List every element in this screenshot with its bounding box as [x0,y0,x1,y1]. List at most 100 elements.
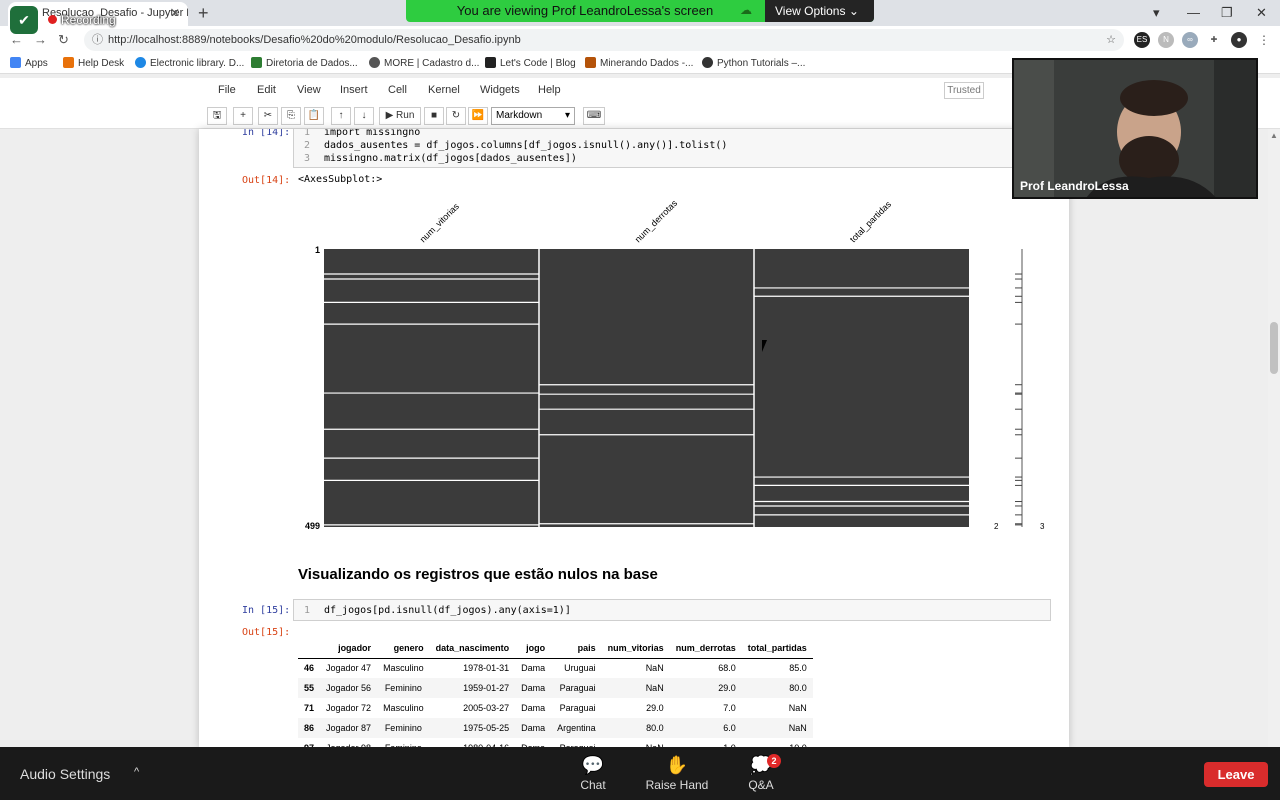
matrix-column [539,249,754,527]
table-cell: Uruguai [564,663,596,674]
table-cell: 1.0 [670,738,742,747]
bookmark-item[interactable]: Apps [10,57,48,69]
page-scrollbar[interactable]: ▲ [1268,129,1280,747]
table-cell: NaN [741,718,813,738]
table-cell: Feminino [377,678,430,698]
menu-widgets[interactable]: Widgets [480,84,520,96]
bookmark-star-icon[interactable]: ☆ [1106,29,1116,51]
code-cell-15[interactable]: 1 df_jogos[pd.isnull(df_jogos).any(axis=… [293,599,1051,621]
table-cell: 29.0 [669,678,742,698]
move-down-icon[interactable]: ↓ [354,107,374,125]
info-icon: ⓘ [92,34,103,46]
leave-button[interactable]: Leave [1204,762,1268,787]
chevron-up-icon[interactable]: ^ [134,766,139,778]
chat-button[interactable]: 💬 Chat [553,752,633,792]
forward-icon[interactable]: → [34,32,47,47]
bookmark-item[interactable]: MORE | Cadastro d... [369,57,479,69]
new-tab-button[interactable]: + [198,3,209,24]
table-cell: 1975-05-25 [429,718,516,738]
table-row: 86 Jogador 87 Feminino 1975-05-25 Dama Argent… [298,718,813,738]
menu-edit[interactable]: Edit [257,84,276,96]
trusted-badge[interactable]: Trusted [944,82,984,99]
back-icon[interactable]: ← [10,32,23,47]
maximize-icon[interactable]: ❐ [1221,5,1233,21]
scrollbar-thumb[interactable] [1270,322,1278,374]
menu-kernel[interactable]: Kernel [428,84,460,96]
cut-icon[interactable]: ✂ [258,107,278,125]
recording-label: Recording [61,13,116,27]
shield-icon: ✔ [10,6,38,34]
qa-button[interactable]: 💭 2 Q&A [721,752,801,792]
site-icon [251,57,262,68]
table-cell: 80.0 [601,718,670,738]
url-text: http://localhost:8889/notebooks/Desafio%… [108,34,521,46]
save-icon[interactable]: 🖫 [207,107,227,125]
extension-link-icon[interactable]: ∞ [1182,32,1198,48]
table-cell: Jogador 56 [320,678,378,698]
minimize-icon[interactable]: — [1187,5,1200,20]
view-options-button[interactable]: View Options ⌄ [765,0,874,22]
table-row: 46 Jogador 47 Masculino 1978-01-31 Dama Urugu… [298,658,813,678]
output-prompt: Out[14]: [242,175,291,186]
menu-file[interactable]: File [218,84,236,96]
table-row: 71 Jogador 72 Masculino 2005-03-27 Dama Parag… [298,698,813,718]
table-cell: Dama [515,718,552,738]
bookmark-item[interactable]: Diretoria de Dados... [251,57,358,69]
profile-menu-icon[interactable]: ▾ [1153,5,1160,21]
copy-icon[interactable]: ⎘ [281,107,301,125]
run-button[interactable]: ▶ Run [379,107,421,125]
table-cell: NaN [601,678,670,698]
sparkline-max-label: 3 [1040,522,1045,531]
stop-icon[interactable]: ■ [424,107,444,125]
notebook-container: In [14]: 1 2 3 import missingno dados_au… [199,129,1069,747]
table-row: 97Jogador 98Feminino1980-04-16DamaParagu… [298,738,813,747]
url-input[interactable]: ⓘ http://localhost:8889/notebooks/Desafi… [84,29,1124,51]
menu-cell[interactable]: Cell [388,84,407,96]
raise-hand-button[interactable]: ✋ Raise Hand [637,752,717,792]
reload-icon[interactable]: ↻ [58,32,69,48]
paste-icon[interactable]: 📋 [304,107,324,125]
kebab-menu-icon[interactable]: ⋮ [1256,32,1272,48]
table-cell: 7.0 [723,703,736,713]
bookmark-item[interactable]: Let's Code | Blog [485,57,576,69]
bookmark-item[interactable]: Help Desk [63,57,124,69]
menu-view[interactable]: View [297,84,321,96]
menu-help[interactable]: Help [538,84,561,96]
code-cell-14[interactable]: 1 2 3 import missingno dados_ausentes = … [293,129,1051,168]
globe-icon [369,57,380,68]
bookmark-item[interactable]: Python Tutorials –... [702,57,805,69]
table-cell: 1959-01-27 [429,678,516,698]
keyboard-icon[interactable]: ⌨ [583,107,605,125]
window-close-icon[interactable]: ✕ [1256,5,1267,21]
output-prompt: Out[15]: [242,627,291,638]
table-cell: Jogador 87 [320,718,378,738]
table-cell: NaN [602,738,670,747]
input-prompt: In [14]: [242,129,291,138]
globe-icon [135,57,146,68]
code-line: import missingno [324,129,421,138]
tab-close-icon[interactable]: ✕ [170,2,180,24]
audio-settings-button[interactable]: Audio Settings [20,766,110,782]
restart-icon[interactable]: ↻ [446,107,466,125]
scroll-up-icon[interactable]: ▲ [1270,131,1278,140]
puzzle-icon[interactable]: ✚ [1206,32,1222,48]
add-cell-icon[interactable]: + [233,107,253,125]
table-cell: NaN [788,703,807,713]
fast-forward-icon[interactable]: ⏩ [468,107,488,125]
mouse-cursor-icon [762,340,772,352]
move-up-icon[interactable]: ↑ [331,107,351,125]
column-header: num_vitorias [601,638,670,659]
menu-insert[interactable]: Insert [340,84,368,96]
extension-es-icon[interactable]: ES [1134,32,1150,48]
address-bar: ← → ↻ ⓘ http://localhost:8889/notebooks/… [0,26,1280,54]
column-header: data_nascimento [429,638,516,659]
bookmark-item[interactable]: Minerando Dados -... [585,57,693,69]
cell-type-select[interactable]: Markdown [491,107,575,125]
extension-n-icon[interactable]: N [1158,32,1174,48]
avatar[interactable]: ● [1231,32,1247,48]
bookmark-item[interactable]: Electronic library. D... [135,57,244,69]
webcam-video[interactable]: Prof LeandroLessa [1012,58,1258,199]
column-header: genero [377,638,430,659]
row-start-label: 1 [315,245,320,255]
recording-dot-icon [48,15,57,24]
